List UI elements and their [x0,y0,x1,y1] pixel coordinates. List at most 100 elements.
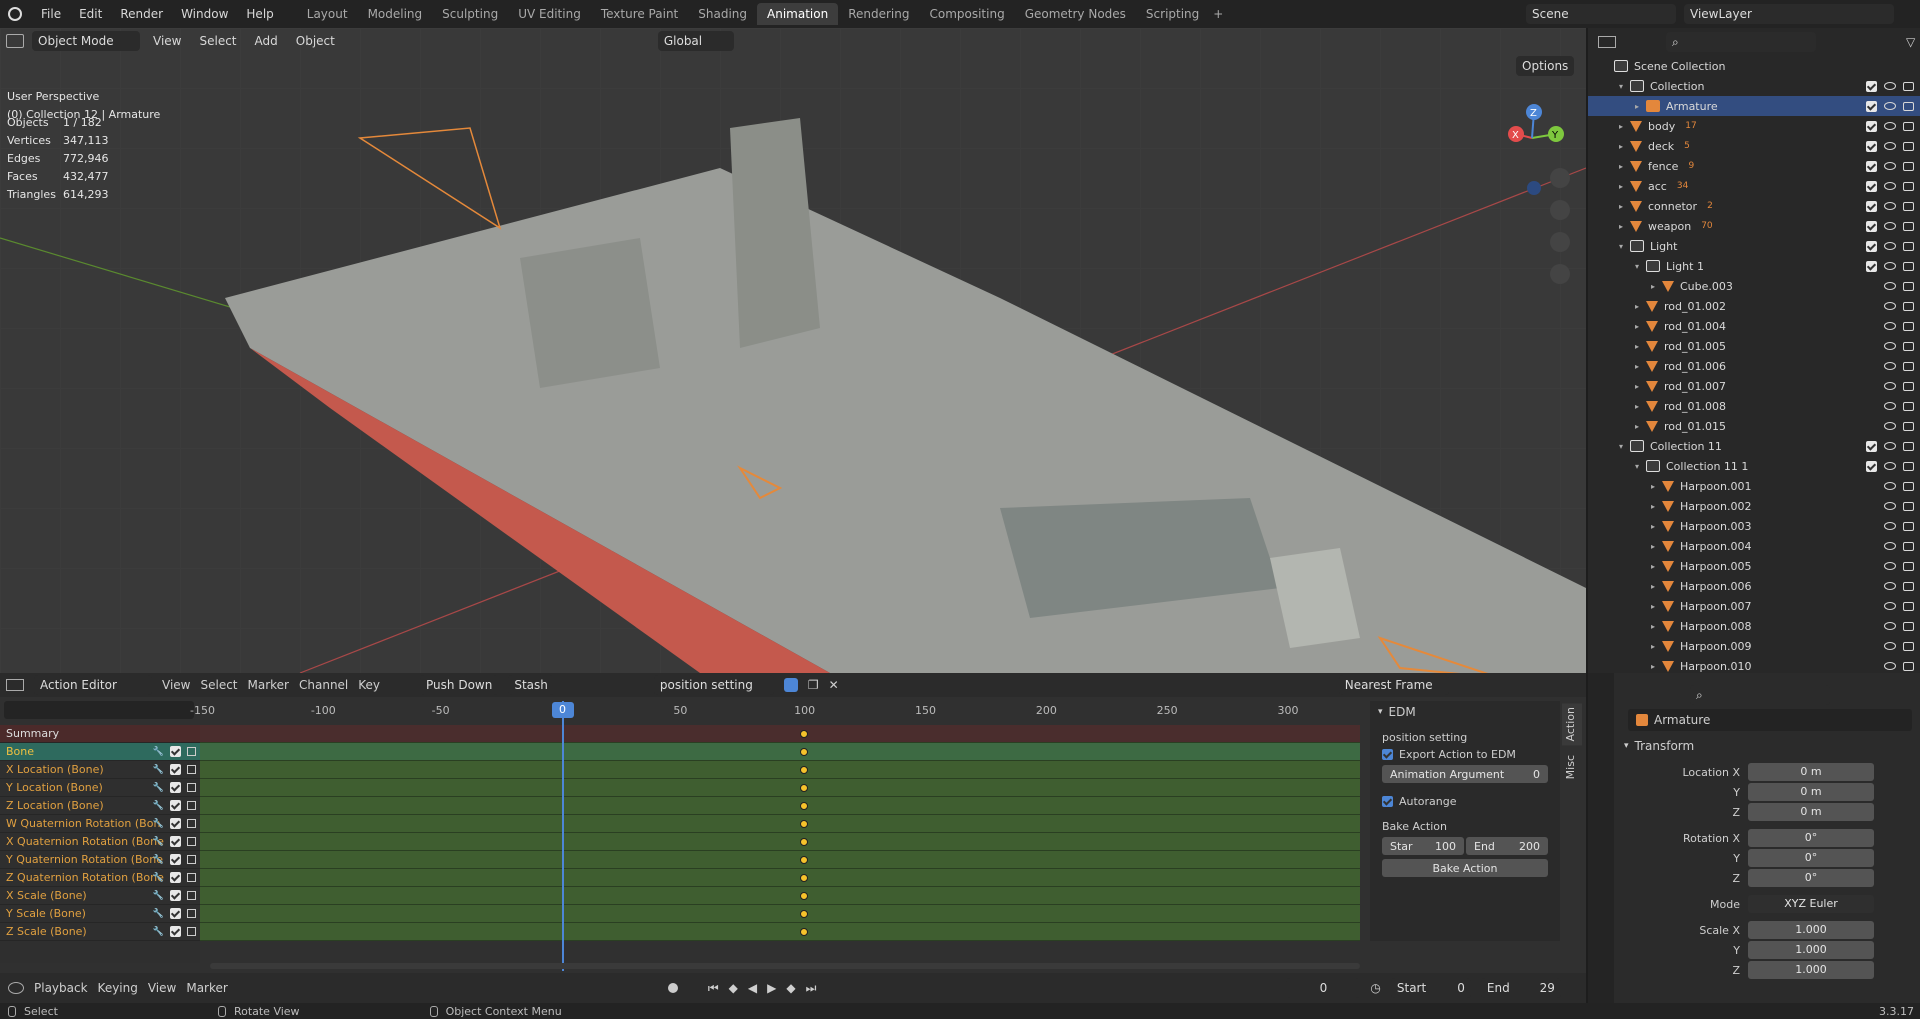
action-name-field[interactable]: position setting [653,675,774,695]
expand-toggle-icon[interactable]: ▸ [1648,622,1658,631]
outliner-row[interactable]: ▸ Harpoon.005 [1588,556,1920,576]
tab-sculpting[interactable]: Sculpting [432,3,508,25]
play-icon[interactable]: ▶ [767,981,776,995]
eye-icon[interactable] [1884,462,1896,470]
mute-checkbox-icon[interactable] [170,890,181,901]
lock-icon[interactable] [187,765,196,774]
new-action-icon[interactable]: ❐ [808,678,819,692]
timeline-marker-menu[interactable]: Marker [186,981,227,995]
outliner-row[interactable]: ▸ rod_01.005 [1588,336,1920,356]
expand-toggle-icon[interactable]: ▸ [1616,162,1626,171]
menu-window[interactable]: Window [172,7,237,21]
eye-icon[interactable] [1884,442,1896,450]
mode-selector[interactable]: Object Mode [32,31,140,51]
render-camera-icon[interactable] [1903,101,1914,111]
render-camera-icon[interactable] [1903,161,1914,171]
eye-icon[interactable] [1884,342,1896,350]
scale-y-field[interactable]: 1.000 [1748,941,1874,959]
scale-x-field[interactable]: 1.000 [1748,921,1874,939]
outliner-row[interactable]: ▸ Harpoon.009 [1588,636,1920,656]
horizontal-scrollbar[interactable] [210,963,1360,969]
channel-row[interactable]: X Location (Bone) 🔧 [0,761,200,779]
ortho-grid-icon[interactable] [1550,264,1570,284]
exclude-checkbox-icon[interactable] [1866,460,1877,472]
outliner-row[interactable]: ▸ rod_01.007 [1588,376,1920,396]
outliner-row[interactable]: ▸ rod_01.015 [1588,416,1920,436]
end-frame-field[interactable]: End 29 [1480,978,1561,998]
render-camera-icon[interactable] [1903,561,1914,571]
exclude-checkbox-icon[interactable] [1866,100,1877,112]
outliner-row[interactable]: ▸ deck 5 [1588,136,1920,156]
bake-action-button[interactable]: Bake Action [1382,859,1548,877]
channel-row[interactable]: Y Scale (Bone) 🔧 [0,905,200,923]
ae-key-menu[interactable]: Key [358,678,380,692]
exclude-checkbox-icon[interactable] [1866,200,1877,212]
action-editor[interactable]: Action Editor View Select Marker Channel… [0,673,1586,973]
track-row[interactable] [200,905,1360,923]
render-camera-icon[interactable] [1903,401,1914,411]
outliner-row[interactable]: ▸ Harpoon.001 [1588,476,1920,496]
expand-toggle-icon[interactable]: ▾ [1616,242,1626,251]
mute-checkbox-icon[interactable] [170,872,181,883]
view-menu[interactable]: View [148,34,186,48]
snap-mode-selector[interactable]: Nearest Frame [1338,675,1449,695]
render-camera-icon[interactable] [1903,341,1914,351]
eye-icon[interactable] [1884,542,1896,550]
play-reverse-icon[interactable]: ◀ [748,981,757,995]
menu-render[interactable]: Render [111,7,172,21]
outliner-row[interactable]: ▸ fence 9 [1588,156,1920,176]
render-camera-icon[interactable] [1903,361,1914,371]
outliner-row[interactable]: ▾ Collection 11 [1588,436,1920,456]
eye-icon[interactable] [1884,82,1896,90]
filter-icon[interactable]: ▽ [1906,35,1915,49]
add-workspace-icon[interactable]: + [1213,7,1223,21]
track-row[interactable] [200,779,1360,797]
mute-checkbox-icon[interactable] [170,854,181,865]
expand-toggle-icon[interactable]: ▸ [1648,562,1658,571]
outliner-editor-icon[interactable] [1598,36,1616,48]
modifier-wrench-icon[interactable]: 🔧 [153,837,164,847]
outliner-row[interactable]: ▸ rod_01.002 [1588,296,1920,316]
ae-channel-menu[interactable]: Channel [299,678,348,692]
expand-toggle-icon[interactable]: ▾ [1616,442,1626,451]
location-y-field[interactable]: 0 m [1748,783,1874,801]
current-frame-field[interactable]: 0 [1286,978,1361,998]
eye-icon[interactable] [1884,162,1896,170]
eye-icon[interactable] [1884,402,1896,410]
render-camera-icon[interactable] [1903,381,1914,391]
expand-toggle-icon[interactable]: ▸ [1632,302,1642,311]
jump-start-icon[interactable]: ⏮ [708,981,719,996]
render-camera-icon[interactable] [1903,461,1914,471]
push-down-button[interactable]: Push Down [420,675,499,695]
eye-icon[interactable] [1884,522,1896,530]
outliner-row[interactable]: ▸ rod_01.008 [1588,396,1920,416]
expand-toggle-icon[interactable]: ▸ [1648,282,1658,291]
render-camera-icon[interactable] [1903,201,1914,211]
ae-view-menu[interactable]: View [162,678,190,692]
orientation-selector[interactable]: Global [657,31,734,51]
location-x-field[interactable]: 0 m [1748,763,1874,781]
render-camera-icon[interactable] [1903,481,1914,491]
track-row[interactable] [200,923,1360,941]
tab-scripting[interactable]: Scripting [1136,3,1209,25]
eye-icon[interactable] [1884,142,1896,150]
render-camera-icon[interactable] [1903,581,1914,591]
mute-checkbox-icon[interactable] [170,926,181,937]
expand-toggle-icon[interactable]: ▸ [1648,542,1658,551]
editor-type-icon[interactable] [8,982,24,994]
render-camera-icon[interactable] [1903,261,1914,271]
exclude-checkbox-icon[interactable] [1866,240,1877,252]
exclude-checkbox-icon[interactable] [1866,140,1877,152]
channel-row[interactable]: Z Scale (Bone) 🔧 [0,923,200,941]
eye-icon[interactable] [1884,662,1896,670]
playhead[interactable] [561,701,564,971]
autorange-checkbox[interactable]: Autorange [1382,795,1548,808]
3d-viewport[interactable]: Object Mode View Select Add Object Globa… [0,28,1586,673]
render-camera-icon[interactable] [1903,641,1914,651]
edm-panel-header[interactable]: ▾ EDM [1370,701,1560,723]
lock-icon[interactable] [187,747,196,756]
prev-keyframe-icon[interactable]: ◆ [729,981,738,995]
eye-icon[interactable] [1884,322,1896,330]
expand-toggle-icon[interactable]: ▸ [1648,482,1658,491]
expand-toggle-icon[interactable]: ▸ [1648,602,1658,611]
